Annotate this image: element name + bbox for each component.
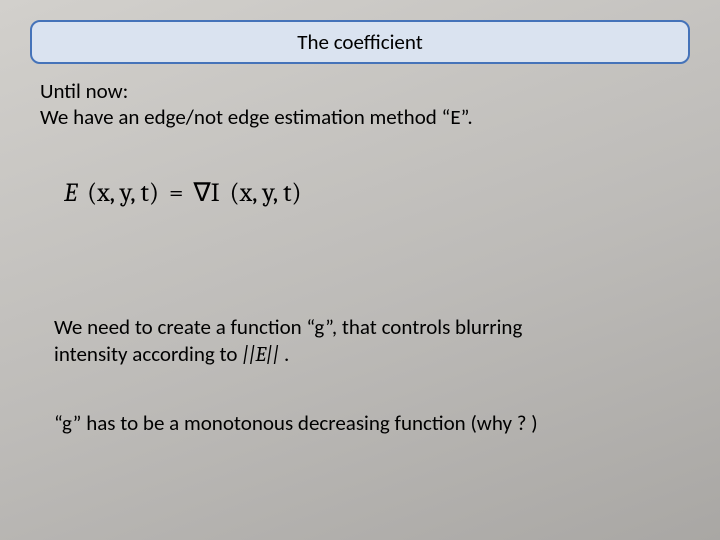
eq-equals: = <box>169 178 183 208</box>
eq-grad: ∇I <box>193 178 219 208</box>
intro-block: Until now: We have an edge/not edge esti… <box>40 78 680 131</box>
title-box: The coefficient <box>30 20 690 64</box>
need-line-2: intensity according to ||E|| . <box>54 341 680 369</box>
eq-rhs-args: (x, y, t) <box>230 178 302 208</box>
eq-lhs-args: (x, y, t) <box>87 178 159 208</box>
slide-title: The coefficient <box>297 29 423 55</box>
need-block: We need to create a function “g”, that c… <box>54 314 680 370</box>
equation: E (x, y, t) = ∇I (x, y, t) <box>64 178 301 208</box>
norm-e: ||E|| <box>242 343 279 367</box>
need-line-1: We need to create a function “g”, that c… <box>54 314 680 341</box>
eq-lhs-symbol: E <box>64 178 77 208</box>
intro-line-2: We have an edge/not edge estimation meth… <box>40 104 680 130</box>
monotonous-line: “g” has to be a monotonous decreasing fu… <box>54 410 680 437</box>
need-line-2-suffix: . <box>279 341 289 367</box>
intro-line-1: Until now: <box>40 78 680 104</box>
need-line-2-prefix: intensity according to <box>54 341 242 367</box>
